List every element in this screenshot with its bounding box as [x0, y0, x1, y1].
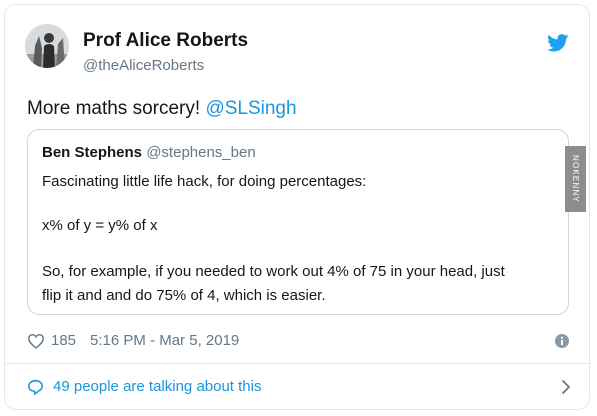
quoted-text-line-3: So, for example, if you needed to work o…: [42, 263, 505, 280]
talking-link[interactable]: 49 people are talking about this: [5, 364, 589, 409]
twitter-bird-icon[interactable]: [547, 34, 569, 52]
tweet-timestamp[interactable]: 5:16 PM - Mar 5, 2019: [90, 332, 239, 349]
quoted-author-handle: @stephens_ben: [146, 144, 256, 161]
mention-link[interactable]: @SLSingh: [205, 98, 296, 119]
quoted-author-name: Ben Stephens: [42, 144, 143, 161]
watermark: NOKENNY: [565, 146, 586, 212]
author-name[interactable]: Prof Alice Roberts: [83, 30, 248, 52]
tweet-body: More maths sorcery!: [27, 98, 206, 119]
tweet-card: Prof Alice Roberts @theAliceRoberts More…: [4, 4, 590, 410]
quoted-tweet[interactable]: Ben Stephens @stephens_ben Fascinating l…: [27, 129, 569, 315]
info-icon[interactable]: [555, 334, 569, 348]
avatar-image: [25, 24, 69, 68]
tweet-text: More maths sorcery! @SLSingh: [27, 98, 297, 120]
quoted-text-line-2: x% of y = y% of x: [42, 217, 158, 234]
talking-text[interactable]: 49 people are talking about this: [53, 378, 261, 395]
chevron-right-icon[interactable]: [561, 379, 571, 395]
heart-icon[interactable]: [27, 333, 45, 349]
author-handle[interactable]: @theAliceRoberts: [83, 57, 204, 74]
quoted-text-line-4: flip it and and do 75% of 4, which is ea…: [42, 287, 326, 304]
speech-bubble-icon: [28, 379, 43, 395]
like-count: 185: [51, 332, 77, 349]
quoted-text-line-1: Fascinating little life hack, for doing …: [42, 173, 367, 190]
tweet-meta: 185 5:16 PM - Mar 5, 2019: [27, 332, 239, 349]
avatar[interactable]: [25, 24, 69, 68]
quoted-tweet-header: Ben Stephens @stephens_ben: [42, 144, 256, 161]
